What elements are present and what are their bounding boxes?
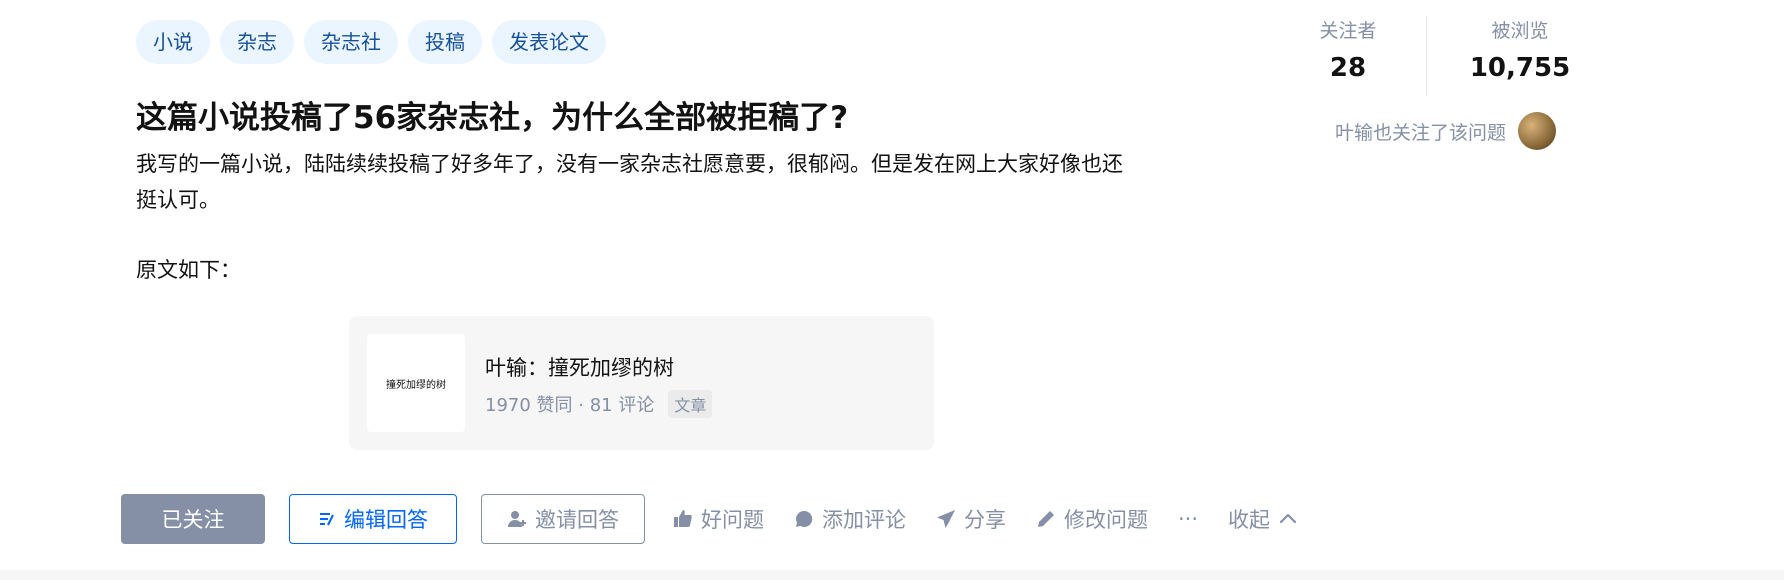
invite-answer-button[interactable]: 邀请回答 (481, 494, 645, 544)
topic-tags: 小说 杂志 杂志社 投稿 发表论文 (136, 20, 606, 64)
edit-list-icon (318, 510, 336, 528)
collapse-button[interactable]: 收起 (1228, 504, 1298, 534)
more-options-button[interactable]: ··· (1178, 507, 1198, 531)
comment-icon (794, 509, 814, 529)
question-stats: 关注者 28 被浏览 10,755 (1298, 16, 1585, 96)
edit-question-button[interactable]: 修改问题 (1036, 504, 1148, 534)
question-actions: 已关注 编辑回答 邀请回答 好问题 添加评论 分享 修改问题 ··· 收起 (121, 494, 1298, 544)
edit-question-label: 修改问题 (1064, 508, 1148, 532)
pencil-icon (1036, 509, 1056, 529)
add-user-icon (507, 509, 527, 529)
topic-tag[interactable]: 发表论文 (492, 20, 606, 64)
description-paragraph: 原文如下： (136, 258, 241, 282)
views-label: 被浏览 (1491, 20, 1549, 42)
followers-stat[interactable]: 关注者 28 (1298, 16, 1398, 96)
good-question-button[interactable]: 好问题 (673, 504, 764, 534)
topic-tag[interactable]: 小说 (136, 20, 210, 64)
chevron-up-icon (1278, 509, 1298, 529)
followed-label: 已关注 (161, 508, 225, 532)
topic-tag[interactable]: 投稿 (408, 20, 482, 64)
topic-tag[interactable]: 杂志社 (304, 20, 398, 64)
edit-answer-label: 编辑回答 (344, 508, 428, 532)
article-card[interactable]: 撞死加缪的树 叶输：撞死加缪的树 1970 赞同 · 81 评论 文章 (349, 316, 934, 450)
article-title[interactable]: 叶输：撞死加缪的树 (485, 352, 674, 382)
question-title: 这篇小说投稿了56家杂志社，为什么全部被拒稿了? (136, 100, 849, 136)
invite-answer-label: 邀请回答 (535, 508, 619, 532)
share-label: 分享 (964, 508, 1006, 532)
followers-count: 28 (1329, 53, 1367, 83)
section-divider (0, 570, 1784, 580)
follower-note-text: 叶输也关注了该问题 (1335, 121, 1507, 144)
views-stat: 被浏览 10,755 (1455, 16, 1585, 96)
views-count: 10,755 (1469, 53, 1571, 83)
thumbs-up-icon (673, 509, 693, 529)
good-question-label: 好问题 (701, 508, 764, 532)
add-comment-button[interactable]: 添加评论 (794, 504, 906, 534)
article-stats: 1970 赞同 · 81 评论 (485, 395, 655, 416)
followers-label: 关注者 (1319, 20, 1377, 42)
article-meta: 1970 赞同 · 81 评论 文章 (485, 390, 713, 418)
share-button[interactable]: 分享 (936, 504, 1006, 534)
avatar[interactable] (1518, 112, 1557, 150)
paper-plane-icon (936, 509, 956, 529)
article-thumbnail: 撞死加缪的树 (367, 334, 465, 432)
follower-note[interactable]: 叶输也关注了该问题 (1335, 112, 1557, 150)
more-label: ··· (1178, 507, 1199, 531)
topic-tag[interactable]: 杂志 (220, 20, 294, 64)
description-paragraph: 我写的一篇小说，陆陆续续投稿了好多年了，没有一家杂志社愿意要，很郁闷。但是发在网… (136, 152, 1123, 212)
thumbnail-text: 撞死加缪的树 (386, 379, 446, 391)
article-type-badge: 文章 (668, 390, 713, 418)
collapse-label: 收起 (1228, 508, 1271, 532)
followed-button[interactable]: 已关注 (121, 494, 265, 544)
edit-answer-button[interactable]: 编辑回答 (289, 494, 457, 544)
stats-divider (1426, 16, 1427, 96)
question-description: 我写的一篇小说，陆陆续续投稿了好多年了，没有一家杂志社愿意要，很郁闷。但是发在网… (136, 146, 1136, 288)
add-comment-label: 添加评论 (822, 508, 906, 532)
